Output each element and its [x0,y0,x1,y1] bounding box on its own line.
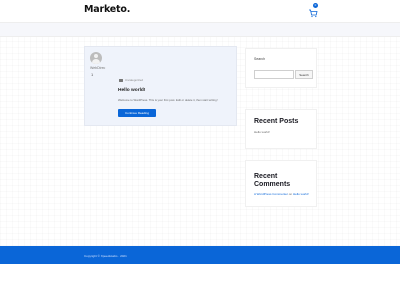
post-card: WebDirec 1 Uncategorized Hello world! We… [84,46,237,126]
post-excerpt: Welcome to WordPress. This is your first… [118,98,218,102]
recent-comments-widget: Recent Comments A WordPress Commenter on… [245,160,317,207]
site-header: Marketo. 0 [0,0,400,23]
search-label: Search [254,57,266,61]
page-bottom [0,264,400,300]
site-footer: Copyright © Xpeedstudio · 2021 [0,246,400,264]
cart-count-badge: 0 [313,3,318,8]
post-title[interactable]: Hello world! [118,88,145,93]
avatar[interactable] [90,52,102,64]
search-button[interactable]: Search [295,70,313,79]
folder-icon [119,78,123,82]
comment-post-link[interactable]: Hello world! [293,192,309,196]
continue-reading-button[interactable]: Continue Reading [118,109,156,117]
recent-posts-title: Recent Posts [254,118,299,125]
recent-post-link[interactable]: Hello world! [254,130,270,134]
post-comment-count[interactable]: 1 [91,72,93,77]
site-logo[interactable]: Marketo. [84,4,130,15]
recent-comments-title: Recent Comments [254,173,291,188]
recent-comment-item: A WordPress Commenter on Hello world! [254,192,309,196]
recent-posts-widget: Recent Posts Hello world! [245,109,317,149]
search-input[interactable] [254,70,294,79]
cart-button[interactable]: 0 [308,3,318,18]
comment-author-link[interactable]: A WordPress Commenter [254,192,288,196]
post-category[interactable]: Uncategorized [125,78,143,82]
cart-icon [309,9,318,18]
copyright-text: Copyright © Xpeedstudio · 2021 [84,254,127,258]
search-widget: Search Search [245,48,317,88]
post-meta: Uncategorized [119,78,143,82]
page-title-band [0,23,400,37]
post-author[interactable]: WebDirec [90,66,105,70]
